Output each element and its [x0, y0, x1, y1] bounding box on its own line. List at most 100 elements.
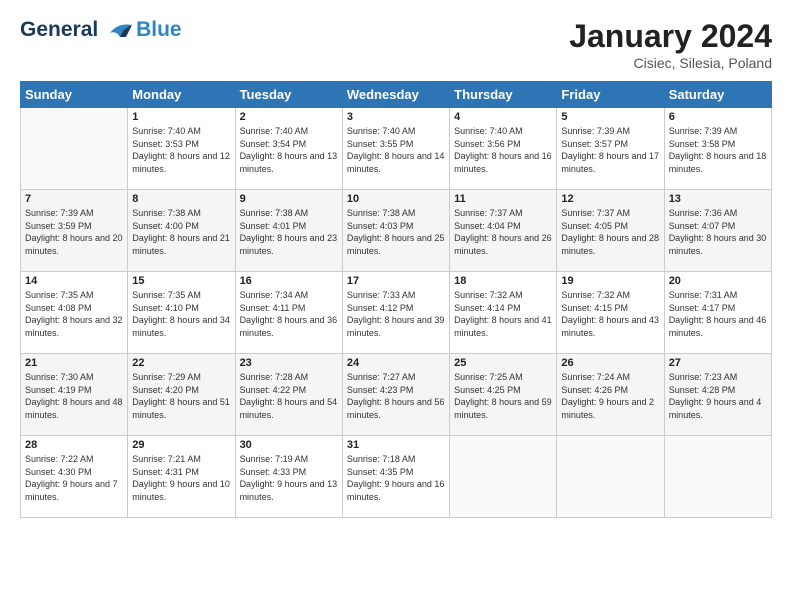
title-block: January 2024 Cisiec, Silesia, Poland — [569, 18, 772, 71]
day-info: Sunrise: 7:35 AMSunset: 4:08 PMDaylight:… — [25, 289, 123, 339]
calendar-cell: 28 Sunrise: 7:22 AMSunset: 4:30 PMDayligh… — [21, 436, 128, 518]
day-info: Sunrise: 7:36 AMSunset: 4:07 PMDaylight:… — [669, 207, 767, 257]
week-row-1: 1Sunrise: 7:40 AMSunset: 3:53 PMDaylight… — [21, 108, 772, 190]
calendar-cell: 31Sunrise: 7:18 AMSunset: 4:35 PMDayligh… — [342, 436, 449, 518]
calendar-cell: 19 Sunrise: 7:32 AMSunset: 4:15 PMDayligh… — [557, 272, 664, 354]
location: Cisiec, Silesia, Poland — [569, 55, 772, 71]
day-number: 28 — [25, 439, 123, 451]
day-info: Sunrise: 7:28 AMSunset: 4:22 PMDaylight:… — [240, 371, 338, 421]
weekday-header-sunday: Sunday — [21, 82, 128, 108]
calendar-cell: 21 Sunrise: 7:30 AMSunset: 4:19 PMDayligh… — [21, 354, 128, 436]
day-number: 3 — [347, 111, 445, 123]
day-info: Sunrise: 7:32 AMSunset: 4:14 PMDaylight:… — [454, 289, 552, 339]
day-info: Sunrise: 7:33 AMSunset: 4:12 PMDaylight:… — [347, 289, 445, 339]
logo-bird-icon — [106, 19, 134, 41]
calendar-cell: 24Sunrise: 7:27 AMSunset: 4:23 PMDayligh… — [342, 354, 449, 436]
calendar-cell: 26Sunrise: 7:24 AMSunset: 4:26 PMDayligh… — [557, 354, 664, 436]
day-number: 8 — [132, 193, 230, 205]
day-info: Sunrise: 7:40 AMSunset: 3:55 PMDaylight:… — [347, 125, 445, 175]
day-number: 12 — [561, 193, 659, 205]
day-info: Sunrise: 7:32 AMSunset: 4:15 PMDaylight:… — [561, 289, 659, 339]
day-info: Sunrise: 7:19 AMSunset: 4:33 PMDaylight:… — [240, 453, 338, 503]
day-number: 14 — [25, 275, 123, 287]
weekday-header-thursday: Thursday — [450, 82, 557, 108]
day-number: 16 — [240, 275, 338, 287]
weekday-header-wednesday: Wednesday — [342, 82, 449, 108]
calendar-cell: 22Sunrise: 7:29 AMSunset: 4:20 PMDayligh… — [128, 354, 235, 436]
calendar-cell: 14 Sunrise: 7:35 AMSunset: 4:08 PMDayligh… — [21, 272, 128, 354]
calendar-cell: 4Sunrise: 7:40 AMSunset: 3:56 PMDaylight… — [450, 108, 557, 190]
header: General Blue January 2024 Cisiec, Silesi… — [20, 18, 772, 71]
day-number: 6 — [669, 111, 767, 123]
calendar-body: 1Sunrise: 7:40 AMSunset: 3:53 PMDaylight… — [21, 108, 772, 518]
day-info: Sunrise: 7:40 AMSunset: 3:56 PMDaylight:… — [454, 125, 552, 175]
day-info: Sunrise: 7:34 AMSunset: 4:11 PMDaylight:… — [240, 289, 338, 339]
calendar-cell: 9 Sunrise: 7:38 AMSunset: 4:01 PMDaylight… — [235, 190, 342, 272]
day-number: 7 — [25, 193, 123, 205]
day-number: 29 — [132, 439, 230, 451]
week-row-5: 28 Sunrise: 7:22 AMSunset: 4:30 PMDayligh… — [21, 436, 772, 518]
calendar-cell: 20Sunrise: 7:31 AMSunset: 4:17 PMDayligh… — [664, 272, 771, 354]
day-number: 25 — [454, 357, 552, 369]
logo-blue: Blue — [136, 18, 182, 41]
weekday-header-tuesday: Tuesday — [235, 82, 342, 108]
calendar-cell: 16 Sunrise: 7:34 AMSunset: 4:11 PMDayligh… — [235, 272, 342, 354]
calendar-cell: 30 Sunrise: 7:19 AMSunset: 4:33 PMDayligh… — [235, 436, 342, 518]
calendar-cell — [664, 436, 771, 518]
day-number: 9 — [240, 193, 338, 205]
day-info: Sunrise: 7:23 AMSunset: 4:28 PMDaylight:… — [669, 371, 767, 421]
day-number: 15 — [132, 275, 230, 287]
day-info: Sunrise: 7:38 AMSunset: 4:01 PMDaylight:… — [240, 207, 338, 257]
page: General Blue January 2024 Cisiec, Silesi… — [0, 0, 792, 528]
day-info: Sunrise: 7:27 AMSunset: 4:23 PMDaylight:… — [347, 371, 445, 421]
calendar-cell: 17 Sunrise: 7:33 AMSunset: 4:12 PMDayligh… — [342, 272, 449, 354]
day-number: 30 — [240, 439, 338, 451]
day-number: 1 — [132, 111, 230, 123]
weekday-header-saturday: Saturday — [664, 82, 771, 108]
calendar-cell: 18 Sunrise: 7:32 AMSunset: 4:14 PMDayligh… — [450, 272, 557, 354]
calendar-cell — [450, 436, 557, 518]
calendar-cell: 6Sunrise: 7:39 AMSunset: 3:58 PMDaylight… — [664, 108, 771, 190]
day-info: Sunrise: 7:30 AMSunset: 4:19 PMDaylight:… — [25, 371, 123, 421]
month-title: January 2024 — [569, 18, 772, 55]
day-info: Sunrise: 7:40 AMSunset: 3:54 PMDaylight:… — [240, 125, 338, 175]
weekday-header-row: SundayMondayTuesdayWednesdayThursdayFrid… — [21, 82, 772, 108]
calendar-cell: 12Sunrise: 7:37 AMSunset: 4:05 PMDayligh… — [557, 190, 664, 272]
calendar-cell: 7 Sunrise: 7:39 AMSunset: 3:59 PMDaylight… — [21, 190, 128, 272]
calendar-cell: 3 Sunrise: 7:40 AMSunset: 3:55 PMDaylight… — [342, 108, 449, 190]
weekday-header-friday: Friday — [557, 82, 664, 108]
calendar-cell: 8 Sunrise: 7:38 AMSunset: 4:00 PMDaylight… — [128, 190, 235, 272]
week-row-2: 7 Sunrise: 7:39 AMSunset: 3:59 PMDaylight… — [21, 190, 772, 272]
week-row-4: 21 Sunrise: 7:30 AMSunset: 4:19 PMDayligh… — [21, 354, 772, 436]
day-number: 23 — [240, 357, 338, 369]
day-number: 10 — [347, 193, 445, 205]
calendar-cell: 10 Sunrise: 7:38 AMSunset: 4:03 PMDayligh… — [342, 190, 449, 272]
day-info: Sunrise: 7:22 AMSunset: 4:30 PMDaylight:… — [25, 453, 123, 503]
week-row-3: 14 Sunrise: 7:35 AMSunset: 4:08 PMDayligh… — [21, 272, 772, 354]
calendar-cell: 5Sunrise: 7:39 AMSunset: 3:57 PMDaylight… — [557, 108, 664, 190]
day-number: 27 — [669, 357, 767, 369]
calendar-cell — [21, 108, 128, 190]
day-number: 18 — [454, 275, 552, 287]
calendar-cell: 1Sunrise: 7:40 AMSunset: 3:53 PMDaylight… — [128, 108, 235, 190]
day-number: 21 — [25, 357, 123, 369]
day-info: Sunrise: 7:38 AMSunset: 4:00 PMDaylight:… — [132, 207, 230, 257]
calendar-cell: 11Sunrise: 7:37 AMSunset: 4:04 PMDayligh… — [450, 190, 557, 272]
calendar-cell — [557, 436, 664, 518]
day-number: 11 — [454, 193, 552, 205]
calendar-cell: 29Sunrise: 7:21 AMSunset: 4:31 PMDayligh… — [128, 436, 235, 518]
day-info: Sunrise: 7:38 AMSunset: 4:03 PMDaylight:… — [347, 207, 445, 257]
day-info: Sunrise: 7:25 AMSunset: 4:25 PMDaylight:… — [454, 371, 552, 421]
day-number: 5 — [561, 111, 659, 123]
day-number: 19 — [561, 275, 659, 287]
calendar-cell: 27 Sunrise: 7:23 AMSunset: 4:28 PMDayligh… — [664, 354, 771, 436]
calendar-cell: 13Sunrise: 7:36 AMSunset: 4:07 PMDayligh… — [664, 190, 771, 272]
calendar-cell: 2Sunrise: 7:40 AMSunset: 3:54 PMDaylight… — [235, 108, 342, 190]
day-info: Sunrise: 7:39 AMSunset: 3:59 PMDaylight:… — [25, 207, 123, 257]
logo: General Blue — [20, 18, 182, 41]
day-number: 20 — [669, 275, 767, 287]
calendar-cell: 23 Sunrise: 7:28 AMSunset: 4:22 PMDayligh… — [235, 354, 342, 436]
day-number: 17 — [347, 275, 445, 287]
weekday-header-monday: Monday — [128, 82, 235, 108]
day-info: Sunrise: 7:29 AMSunset: 4:20 PMDaylight:… — [132, 371, 230, 421]
